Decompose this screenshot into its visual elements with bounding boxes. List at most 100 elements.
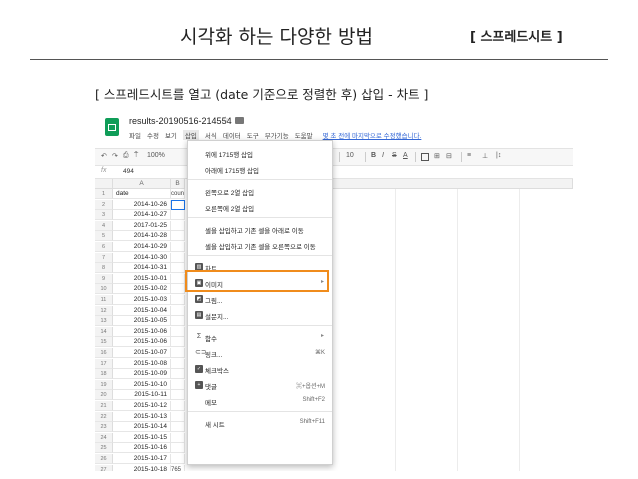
cell-count[interactable] bbox=[171, 390, 185, 401]
borders-icon[interactable]: ⊞ bbox=[434, 152, 440, 160]
row-header[interactable]: 22 bbox=[95, 411, 113, 422]
row-header[interactable]: 24 bbox=[95, 432, 113, 443]
row-header[interactable]: 15 bbox=[95, 337, 113, 348]
cell-date[interactable]: 2015-10-08 bbox=[113, 358, 171, 369]
cell-count[interactable] bbox=[171, 369, 185, 380]
row-header[interactable]: 3 bbox=[95, 210, 113, 221]
row-header[interactable]: 19 bbox=[95, 379, 113, 390]
redo-icon[interactable]: ↷ bbox=[112, 152, 118, 160]
strikethrough-button[interactable]: S bbox=[392, 152, 397, 159]
cell-date[interactable]: 2015-10-17 bbox=[113, 454, 171, 464]
formula-bar[interactable]: fx 494 bbox=[95, 166, 573, 179]
cell-count[interactable] bbox=[171, 348, 185, 358]
menu-item-new-sheet[interactable]: 새 시트 Shift+F11 bbox=[188, 415, 332, 431]
row-header[interactable]: 4 bbox=[95, 220, 113, 231]
cell-count[interactable] bbox=[171, 231, 185, 242]
menu-item-row-below[interactable]: 아래에 1715행 삽입 bbox=[188, 161, 332, 177]
row-header[interactable]: 11 bbox=[95, 295, 113, 305]
cell-date[interactable]: 2015-10-06 bbox=[113, 326, 171, 337]
row-header[interactable]: 8 bbox=[95, 263, 113, 274]
cell-count[interactable] bbox=[171, 326, 185, 337]
cell-count[interactable] bbox=[171, 379, 185, 390]
font-size-select[interactable]: 10 bbox=[346, 152, 354, 159]
menu-5[interactable]: 데이터 bbox=[223, 130, 241, 140]
star-icon[interactable]: ☆ bbox=[222, 115, 229, 124]
cell-date[interactable]: 2015-10-05 bbox=[113, 316, 171, 327]
menu-item-form[interactable]: ▤ 설문지... bbox=[188, 307, 332, 323]
row-header[interactable]: 18 bbox=[95, 369, 113, 380]
select-all-corner[interactable] bbox=[95, 179, 113, 189]
row-header[interactable]: 10 bbox=[95, 284, 113, 295]
cell-count[interactable] bbox=[171, 358, 185, 369]
row-header[interactable]: 25 bbox=[95, 443, 113, 454]
menu-7[interactable]: 부가기능 bbox=[265, 130, 289, 140]
row-header[interactable]: 6 bbox=[95, 242, 113, 252]
row-header[interactable]: 27 bbox=[95, 464, 113, 471]
row-header[interactable]: 5 bbox=[95, 231, 113, 242]
print-icon[interactable]: ⎙ bbox=[123, 152, 129, 160]
menu-item-col-left[interactable]: 왼쪽으로 2열 삽입 bbox=[188, 183, 332, 199]
horizontal-align-icon[interactable]: ≡ bbox=[467, 152, 471, 159]
row-header[interactable]: 2 bbox=[95, 199, 113, 210]
cell-count[interactable]: 765 bbox=[171, 464, 185, 471]
column-header-extra[interactable] bbox=[333, 179, 573, 189]
text-color-button[interactable]: A bbox=[403, 152, 408, 159]
row-header[interactable]: 20 bbox=[95, 390, 113, 401]
row-header[interactable]: 26 bbox=[95, 454, 113, 464]
menu-8[interactable]: 도움말 bbox=[295, 130, 313, 140]
cell-date[interactable]: 2015-10-14 bbox=[113, 422, 171, 433]
bold-button[interactable]: B bbox=[371, 152, 376, 159]
vertical-align-icon[interactable]: ⊥ bbox=[482, 152, 488, 160]
row-header[interactable]: 23 bbox=[95, 422, 113, 433]
folder-icon[interactable] bbox=[235, 117, 244, 124]
menu-item-note[interactable]: 메모 Shift+F2 bbox=[188, 393, 332, 409]
merge-cells-icon[interactable]: ⊟ bbox=[446, 152, 452, 160]
cell-count[interactable] bbox=[171, 422, 185, 433]
menu-item-drawing[interactable]: ◩ 그림... bbox=[188, 291, 332, 307]
cell-date[interactable]: 2015-10-10 bbox=[113, 379, 171, 390]
cell-count[interactable] bbox=[171, 401, 185, 411]
cell-count[interactable] bbox=[171, 273, 185, 284]
row-header[interactable]: 7 bbox=[95, 252, 113, 263]
cell-date[interactable]: 2015-10-07 bbox=[113, 348, 171, 358]
cell-count[interactable] bbox=[171, 411, 185, 422]
zoom-select[interactable]: 100% bbox=[147, 152, 165, 159]
menu-item-function[interactable]: Σ 함수 ▸ bbox=[188, 329, 332, 345]
cell-count[interactable] bbox=[171, 210, 185, 221]
cell-date[interactable]: 2014-10-31 bbox=[113, 263, 171, 274]
cell-date[interactable]: 2015-10-18 bbox=[113, 464, 171, 471]
cell-count[interactable] bbox=[171, 263, 185, 274]
undo-icon[interactable]: ↶ bbox=[101, 152, 107, 160]
cell-count[interactable] bbox=[171, 220, 185, 231]
menu-4[interactable]: 서식 bbox=[205, 130, 217, 140]
cell-date[interactable]: 2014-10-30 bbox=[113, 252, 171, 263]
cell-date[interactable]: 2014-10-29 bbox=[113, 242, 171, 252]
cell-count[interactable] bbox=[171, 316, 185, 327]
cell-date[interactable]: 2015-10-15 bbox=[113, 432, 171, 443]
cell-count[interactable] bbox=[171, 199, 185, 210]
formula-input[interactable]: 494 bbox=[123, 168, 134, 175]
cell-count[interactable] bbox=[171, 295, 185, 305]
menu-item-cells-shift-down[interactable]: 셀을 삽입하고 기존 셀을 아래로 이동 bbox=[188, 221, 332, 237]
document-title[interactable]: results-20190516-214554 bbox=[129, 116, 232, 126]
cell-date[interactable]: 2015-10-06 bbox=[113, 337, 171, 348]
cell-count[interactable] bbox=[171, 305, 185, 316]
cell-date[interactable]: 2015-10-04 bbox=[113, 305, 171, 316]
paint-format-icon[interactable]: ⍑ bbox=[134, 152, 138, 160]
cell-date[interactable]: date bbox=[113, 189, 171, 199]
row-header[interactable]: 16 bbox=[95, 348, 113, 358]
menu-item-cells-shift-right[interactable]: 셀을 삽입하고 기존 셀을 오른쪽으로 이동 bbox=[188, 237, 332, 253]
row-header[interactable]: 12 bbox=[95, 305, 113, 316]
cell-date[interactable]: 2015-10-03 bbox=[113, 295, 171, 305]
cell-count[interactable]: count bbox=[171, 189, 185, 199]
menu-item-col-right[interactable]: 오른쪽에 2열 삽입 bbox=[188, 199, 332, 215]
cell-count[interactable] bbox=[171, 432, 185, 443]
cell-date[interactable]: 2014-10-26 bbox=[113, 199, 171, 210]
cell-date[interactable]: 2015-10-16 bbox=[113, 443, 171, 454]
menu-item-checkbox[interactable]: ✓ 체크박스 bbox=[188, 361, 332, 377]
cell-date[interactable]: 2015-10-11 bbox=[113, 390, 171, 401]
cell-date[interactable]: 2014-10-27 bbox=[113, 210, 171, 221]
cell-count[interactable] bbox=[171, 454, 185, 464]
italic-button[interactable]: I bbox=[382, 152, 384, 159]
row-header[interactable]: 21 bbox=[95, 401, 113, 411]
